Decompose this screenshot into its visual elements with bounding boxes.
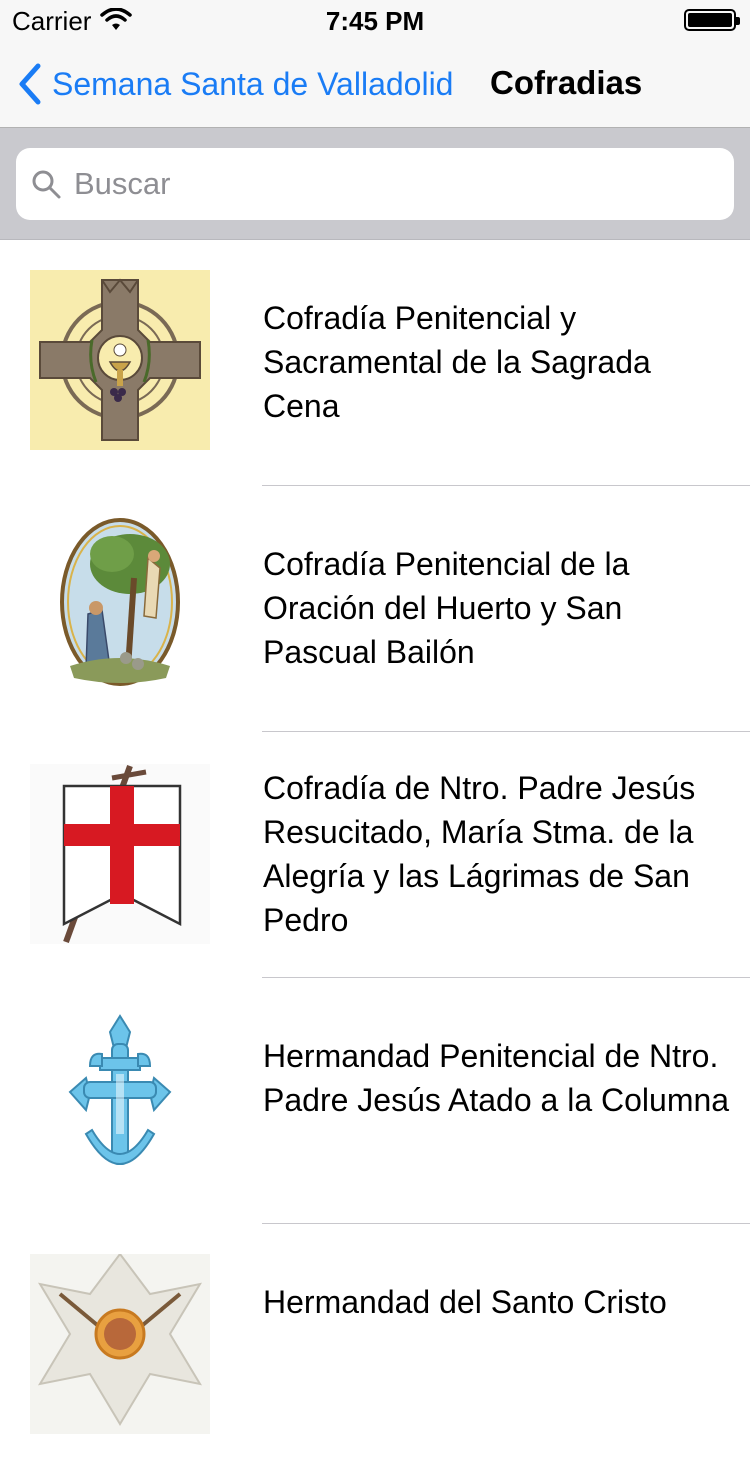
chevron-left-icon <box>19 63 41 105</box>
resucitado-banner-emblem-icon <box>30 764 210 944</box>
clock: 7:45 PM <box>325 6 425 36</box>
oracion-huerto-emblem-icon <box>30 518 210 698</box>
cofradia-name: Hermandad Penitencial de Ntro. Padre Jes… <box>263 1038 730 1118</box>
status-bar: Carrier 7:45 PM <box>0 0 750 40</box>
navigation-bar: Semana Santa de Valladolid Cofradias <box>0 40 750 128</box>
page-title: Cofradias <box>490 64 643 101</box>
search-field[interactable] <box>16 148 734 220</box>
list-item[interactable]: Hermandad del Santo Cristo <box>0 1224 750 1470</box>
sagrada-cena-emblem-icon <box>30 270 210 450</box>
cofradia-name: Cofradía Penitencial de la Oración del H… <box>263 546 630 670</box>
cofradia-name: Cofradía Penitencial y Sacramental de la… <box>263 300 651 424</box>
atado-columna-cross-emblem-icon <box>30 1008 210 1188</box>
search-icon <box>32 170 61 199</box>
list-item[interactable]: Cofradía Penitencial y Sacramental de la… <box>0 240 750 486</box>
list-item[interactable]: Cofradía Penitencial de la Oración del H… <box>0 486 750 732</box>
battery-icon <box>684 9 740 31</box>
back-button-label: Semana Santa de Valladolid <box>52 65 454 102</box>
cofradia-name: Cofradía de Ntro. Padre Jesús Resucitado… <box>263 770 696 938</box>
list-item[interactable]: Cofradía de Ntro. Padre Jesús Resucitado… <box>0 732 750 978</box>
santo-cristo-emblem-icon <box>30 1254 210 1434</box>
list-item[interactable]: Hermandad Penitencial de Ntro. Padre Jes… <box>0 978 750 1224</box>
cofradias-list: Cofradía Penitencial y Sacramental de la… <box>0 240 750 1470</box>
search-input[interactable] <box>74 166 694 202</box>
search-bar <box>0 128 750 240</box>
cofradia-name: Hermandad del Santo Cristo <box>263 1284 667 1320</box>
back-button[interactable]: Semana Santa de Valladolid <box>16 62 453 106</box>
